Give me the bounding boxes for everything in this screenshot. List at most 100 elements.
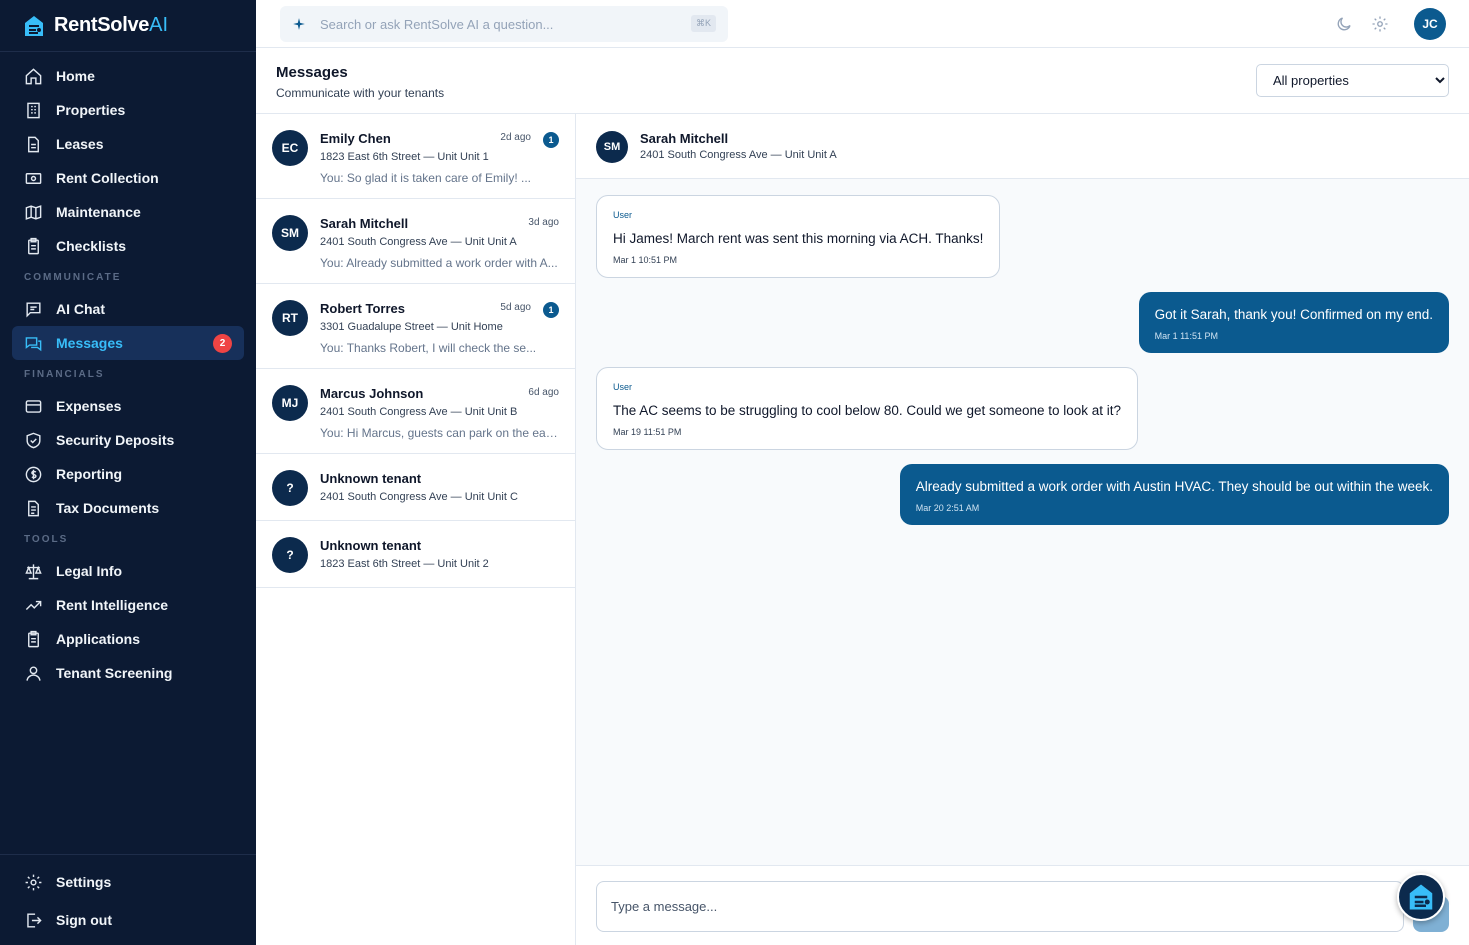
nav-label: Applications	[56, 631, 141, 647]
conversation-time: 6d ago	[528, 387, 559, 398]
chat-tenant-name: Sarah Mitchell	[640, 131, 729, 146]
tenant-name: Unknown tenant	[320, 471, 422, 486]
nav-item-tax-documents[interactable]: Tax Documents	[12, 491, 244, 525]
nav-item-applications[interactable]: Applications	[12, 622, 244, 656]
nav-item-leases[interactable]: Leases	[12, 127, 244, 161]
nav-label: Rent Intelligence	[56, 597, 169, 613]
message-bubble-outgoing: Got it Sarah, thank you! Confirmed on my…	[1138, 292, 1449, 353]
home-icon	[25, 67, 42, 84]
tenant-name: Robert Torres	[320, 301, 405, 316]
tenant-name: Emily Chen	[320, 131, 391, 146]
message-time: Mar 19 11:51 PM	[613, 427, 682, 437]
unread-badge: 1	[543, 302, 559, 318]
message-time: Mar 1 10:51 PM	[613, 255, 678, 265]
tenant-address: 1823 East 6th Street — Unit Unit 1	[320, 151, 489, 163]
page-subtitle: Communicate with your tenants	[276, 86, 445, 100]
nav-item-checklists[interactable]: Checklists	[12, 229, 244, 263]
nav-section-financials: FINANCIALS	[24, 369, 105, 380]
nav-label: Security Deposits	[56, 432, 175, 448]
unread-badge: 1	[543, 132, 559, 148]
shield-check-icon	[26, 432, 41, 448]
nav-label: Legal Info	[56, 563, 123, 579]
nav-label: Checklists	[56, 238, 127, 254]
tenant-address: 1823 East 6th Street — Unit Unit 2	[320, 558, 489, 570]
chat-tenant-avatar: SM	[596, 131, 628, 163]
nav-label: Tax Documents	[56, 500, 160, 516]
tenant-avatar: SM	[272, 215, 308, 251]
nav-label: Messages	[56, 335, 123, 351]
sidebar: RentSolve AI Home Properties Leases Rent …	[0, 0, 256, 945]
dollar-circle-icon	[25, 466, 42, 482]
trending-up-icon	[25, 600, 42, 610]
nav-label: Home	[56, 68, 95, 84]
search-input[interactable]	[320, 16, 680, 32]
nav-item-expenses[interactable]: Expenses	[12, 389, 244, 423]
nav-item-rent-intelligence[interactable]: Rent Intelligence	[12, 588, 244, 622]
page-header: Messages Communicate with your tenants A…	[256, 48, 1469, 114]
conversation-item[interactable]: ? Unknown tenant 2401 South Congress Ave…	[256, 454, 575, 521]
sidebar-footer: Settings Sign out	[0, 854, 256, 939]
nav-item-tenant-screening[interactable]: Tenant Screening	[12, 656, 244, 690]
nav-label: AI Chat	[56, 301, 105, 317]
message-sender-role: User	[613, 210, 633, 220]
chat-tenant-address: 2401 South Congress Ave — Unit Unit A	[640, 149, 837, 161]
nav-item-reporting[interactable]: Reporting	[12, 457, 244, 491]
main-nav: Home Properties Leases Rent Collection M…	[0, 52, 256, 690]
page-title: Messages	[276, 64, 348, 81]
property-filter-select[interactable]: All properties	[1256, 64, 1449, 97]
tenant-name: Unknown tenant	[320, 538, 422, 553]
scale-icon	[25, 563, 42, 579]
nav-section-tools: TOOLS	[24, 534, 69, 545]
chat-header: SM Sarah Mitchell 2401 South Congress Av…	[576, 114, 1469, 179]
user-avatar[interactable]: JC	[1414, 8, 1446, 40]
nav-item-settings[interactable]: Settings	[12, 863, 244, 901]
credit-card-icon	[25, 399, 42, 413]
conversation-item[interactable]: SM Sarah Mitchell 3d ago 2401 South Cong…	[256, 199, 575, 284]
top-bar: ⌘K JC	[256, 0, 1469, 48]
nav-label: Tenant Screening	[56, 665, 173, 681]
nav-item-legal-info[interactable]: Legal Info	[12, 554, 244, 588]
message-thread: User Hi James! March rent was sent this …	[576, 179, 1469, 865]
conversation-item[interactable]: ? Unknown tenant 1823 East 6th Street — …	[256, 521, 575, 588]
nav-item-properties[interactable]: Properties	[12, 93, 244, 127]
building-icon	[27, 102, 40, 118]
message-text: Got it Sarah, thank you! Confirmed on my…	[1154, 307, 1433, 322]
tenant-name: Sarah Mitchell	[320, 216, 409, 231]
conversation-list: EC Emily Chen 2d ago 1 1823 East 6th Str…	[256, 114, 576, 945]
nav-item-sign-out[interactable]: Sign out	[12, 901, 244, 939]
tenant-avatar: RT	[272, 300, 308, 336]
message-time: Mar 1 11:51 PM	[1154, 331, 1218, 341]
search-bar[interactable]: ⌘K	[280, 6, 728, 42]
nav-item-ai-chat[interactable]: AI Chat	[12, 292, 244, 326]
nav-item-security-deposits[interactable]: Security Deposits	[12, 423, 244, 457]
gear-icon[interactable]	[1371, 15, 1389, 33]
nav-item-maintenance[interactable]: Maintenance	[12, 195, 244, 229]
nav-item-home[interactable]: Home	[12, 59, 244, 93]
message-sender-role: User	[613, 382, 633, 392]
message-bubble-incoming: User The AC seems to be struggling to co…	[596, 367, 1139, 450]
banknote-icon	[25, 172, 42, 184]
conversation-item[interactable]: EC Emily Chen 2d ago 1 1823 East 6th Str…	[256, 114, 575, 199]
message-preview: You: Thanks Robert, I will check the se.…	[320, 341, 537, 355]
message-preview: You: Already submitted a work order with…	[320, 256, 558, 270]
conversation-item[interactable]: RT Robert Torres 5d ago 1 3301 Guadalupe…	[256, 284, 575, 369]
sparkle-icon	[293, 18, 305, 30]
clipboard-list-icon	[28, 630, 39, 647]
brand[interactable]: RentSolve AI	[0, 0, 256, 52]
nav-label: Reporting	[56, 466, 123, 482]
tenant-address: 2401 South Congress Ave — Unit Unit A	[320, 236, 517, 248]
ai-assistant-icon	[1409, 884, 1433, 910]
chat-icon	[26, 301, 41, 318]
nav-item-messages[interactable]: Messages 2	[12, 326, 244, 360]
tenant-address: 2401 South Congress Ave — Unit Unit B	[320, 406, 518, 418]
nav-item-rent-collection[interactable]: Rent Collection	[12, 161, 244, 195]
message-preview: You: Hi Marcus, guests can park on the e…	[320, 426, 560, 440]
sign-out-icon	[27, 912, 42, 928]
ai-assistant-button[interactable]	[1397, 873, 1445, 921]
message-input[interactable]	[596, 881, 1404, 932]
tenant-avatar: ?	[272, 537, 308, 573]
message-composer	[576, 865, 1469, 945]
moon-icon[interactable]	[1335, 15, 1353, 33]
tenant-address: 3301 Guadalupe Street — Unit Home	[320, 321, 503, 333]
conversation-item[interactable]: MJ Marcus Johnson 6d ago 2401 South Cong…	[256, 369, 575, 454]
